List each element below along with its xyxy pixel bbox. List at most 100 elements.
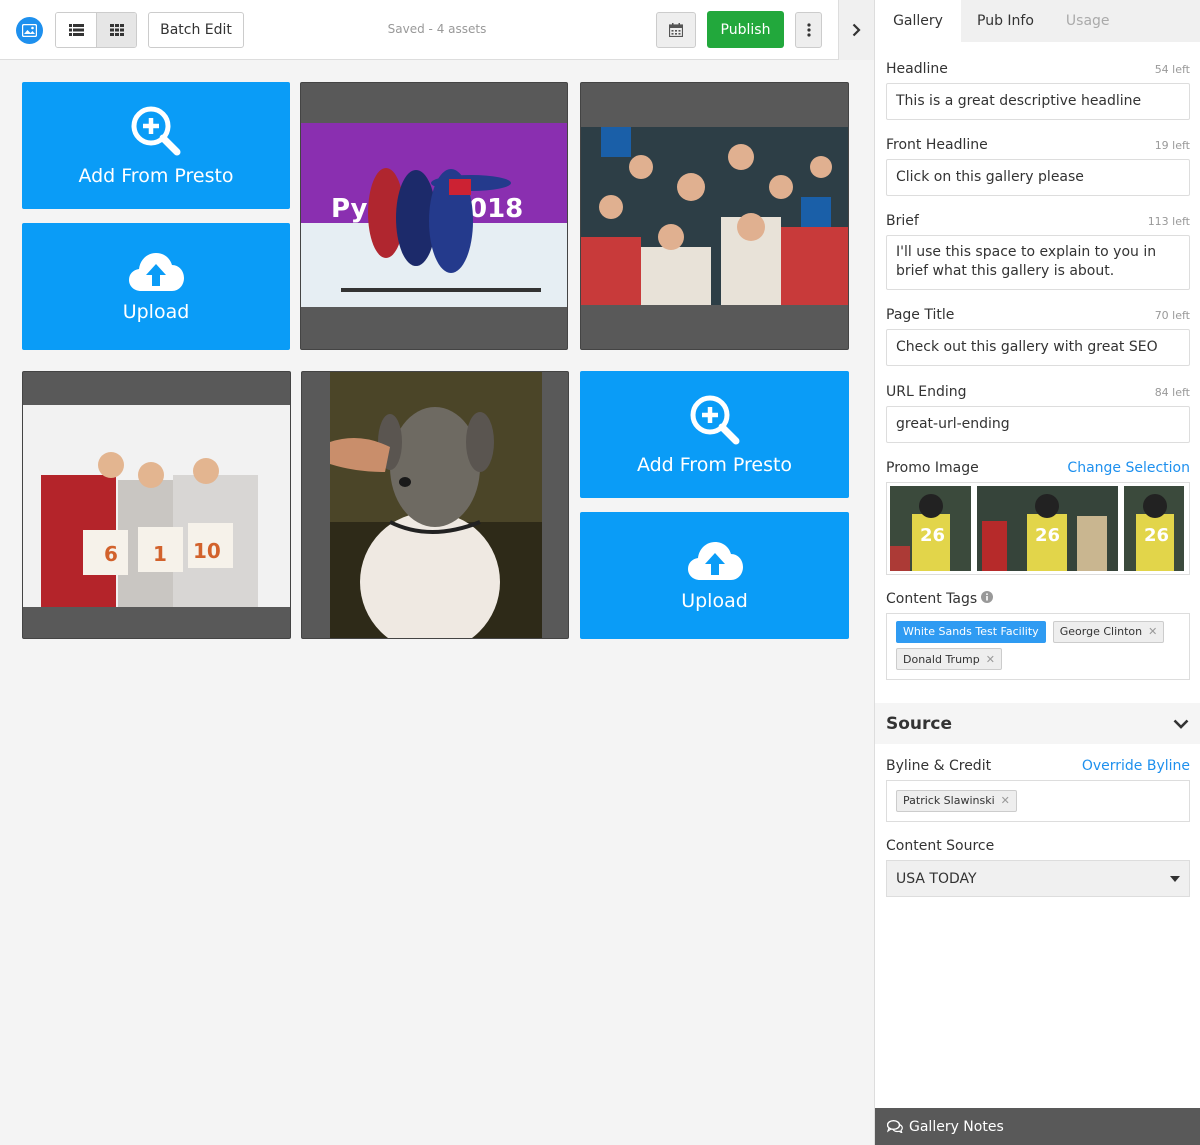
remove-tag-icon[interactable]: ✕: [1148, 625, 1157, 638]
add-from-presto-label: Add From Presto: [636, 453, 793, 476]
url-ending-input[interactable]: great-url-ending: [886, 406, 1190, 443]
page-title-input[interactable]: Check out this gallery with great SEO: [886, 329, 1190, 366]
page-title-label: Page Title: [886, 307, 955, 323]
remove-byline-icon[interactable]: ✕: [1001, 794, 1010, 807]
add-from-presto-button[interactable]: Add From Presto: [22, 82, 290, 209]
sidebar-tabs: Gallery Pub Info Usage: [875, 0, 1200, 42]
byline-input[interactable]: Patrick Slawinski ✕: [886, 780, 1190, 822]
speed-skating-photo: Pyeon 018: [301, 123, 567, 307]
upload-label: Upload: [681, 589, 748, 612]
search-plus-icon: [690, 395, 739, 444]
tag-chip[interactable]: George Clinton ✕: [1052, 620, 1165, 643]
cloud-upload-icon: [129, 252, 184, 291]
photo-tile-whippet[interactable]: [301, 371, 569, 639]
whippet-photo: [330, 372, 542, 638]
svg-text:26: 26: [1144, 525, 1169, 546]
view-toggle: [55, 12, 137, 48]
override-byline-link[interactable]: Override Byline: [1082, 758, 1190, 774]
tab-usage: Usage: [1065, 13, 1110, 29]
svg-text:26: 26: [920, 525, 945, 546]
chevron-right-icon[interactable]: [838, 0, 874, 60]
add-from-presto-button-2[interactable]: Add From Presto: [580, 371, 849, 498]
publish-button[interactable]: Publish: [707, 11, 784, 48]
byline-field: Byline & Credit Override Byline Patrick S…: [886, 758, 1190, 822]
cloud-upload-icon: [687, 541, 743, 580]
content-source-field: Content Source USA TODAY: [886, 838, 1190, 897]
url-ending-field: URL Ending 84 left great-url-ending: [886, 384, 1190, 443]
front-headline-counter: 19 left: [1154, 139, 1190, 152]
promo-thumbnail[interactable]: 26: [977, 486, 1118, 571]
brief-field: Brief 113 left I'll use this space to exp…: [886, 213, 1190, 290]
source-section-header[interactable]: Source: [875, 703, 1200, 744]
gallery-notes-button[interactable]: Gallery Notes: [875, 1108, 1200, 1145]
more-options-icon[interactable]: [795, 12, 822, 48]
remove-tag-icon[interactable]: ✕: [986, 653, 995, 666]
promo-image-strip: 26 26 26: [886, 482, 1190, 575]
headline-input[interactable]: This is a great descriptive headline: [886, 83, 1190, 120]
tag-label: White Sands Test Facility: [903, 625, 1039, 638]
promo-image-label: Promo Image: [886, 460, 979, 476]
ski-crowd-photo: [581, 127, 848, 305]
url-ending-label: URL Ending: [886, 384, 967, 400]
svg-text:26: 26: [1035, 525, 1060, 546]
content-source-value: USA TODAY: [896, 870, 977, 887]
upload-button-2[interactable]: Upload: [580, 512, 849, 639]
photo-tile-halfpipe-medalists[interactable]: 6 1 10: [22, 371, 291, 639]
tab-gallery[interactable]: Gallery: [875, 0, 961, 42]
save-status: Saved - 4 assets: [387, 22, 487, 36]
page-title-counter: 70 left: [1154, 309, 1190, 322]
svg-text:6: 6: [104, 542, 118, 566]
add-from-presto-label: Add From Presto: [78, 164, 234, 187]
brief-counter: 113 left: [1147, 215, 1190, 228]
content-source-select[interactable]: USA TODAY: [886, 860, 1190, 897]
page-title-field: Page Title 70 left Check out this gallery…: [886, 307, 1190, 366]
upload-button[interactable]: Upload: [22, 223, 290, 350]
gallery-sidebar: Gallery Pub Info Usage Headline 54 left T…: [874, 0, 1200, 1145]
comments-icon: [887, 1120, 903, 1133]
chevron-down-icon[interactable]: [1173, 719, 1189, 729]
content-tags-field: Content Tags White Sands Test Facility G…: [886, 591, 1190, 680]
change-selection-link[interactable]: Change Selection: [1067, 460, 1190, 476]
source-heading: Source: [886, 713, 953, 734]
svg-text:1: 1: [153, 542, 167, 566]
headline-label: Headline: [886, 61, 948, 77]
content-tags-label: Content Tags: [886, 591, 978, 607]
headline-counter: 54 left: [1154, 63, 1190, 76]
svg-text:10: 10: [193, 539, 221, 563]
headline-field: Headline 54 left This is a great descript…: [886, 61, 1190, 120]
byline-label: Byline & Credit: [886, 758, 992, 774]
tag-chip[interactable]: White Sands Test Facility: [896, 620, 1046, 643]
gallery-app-icon[interactable]: [16, 17, 43, 44]
photo-tile-speed-skating[interactable]: Pyeon 018: [300, 82, 568, 350]
brief-input[interactable]: I'll use this space to explain to you in…: [886, 235, 1190, 290]
content-source-label: Content Source: [886, 838, 995, 854]
url-ending-counter: 84 left: [1154, 386, 1190, 399]
byline-chip-label: Patrick Slawinski: [903, 794, 995, 807]
batch-edit-button[interactable]: Batch Edit: [148, 12, 244, 48]
calendar-icon[interactable]: [656, 12, 696, 48]
search-plus-icon: [131, 106, 181, 155]
tag-label: Donald Trump: [903, 652, 980, 666]
byline-chip[interactable]: Patrick Slawinski ✕: [896, 789, 1017, 812]
svg-text:018: 018: [469, 194, 523, 224]
info-icon[interactable]: [981, 591, 994, 603]
photo-tile-ski-crowd[interactable]: [580, 82, 849, 350]
front-headline-field: Front Headline 19 left Click on this gall…: [886, 137, 1190, 196]
tag-label: George Clinton: [1059, 625, 1143, 638]
tab-pub-info[interactable]: Pub Info: [961, 0, 1050, 42]
promo-thumbnail[interactable]: 26: [1124, 486, 1184, 571]
front-headline-input[interactable]: Click on this gallery please: [886, 159, 1190, 196]
brief-label: Brief: [886, 213, 919, 229]
grid-view-icon[interactable]: [96, 13, 136, 47]
upload-label: Upload: [122, 300, 190, 323]
promo-image-field: Promo Image Change Selection 26 26 26: [886, 460, 1190, 575]
caret-down-icon: [1170, 875, 1180, 882]
tag-chip[interactable]: Donald Trump ✕: [896, 648, 1002, 670]
gallery-notes-label: Gallery Notes: [909, 1118, 1004, 1135]
list-view-icon[interactable]: [56, 13, 96, 47]
halfpipe-medalists-photo: 6 1 10: [23, 405, 290, 607]
toolbar: Batch Edit Saved - 4 assets Publish: [0, 0, 874, 60]
front-headline-label: Front Headline: [886, 137, 988, 153]
promo-thumbnail[interactable]: 26: [890, 486, 971, 571]
content-tags-input[interactable]: White Sands Test Facility George Clinton…: [886, 613, 1190, 680]
